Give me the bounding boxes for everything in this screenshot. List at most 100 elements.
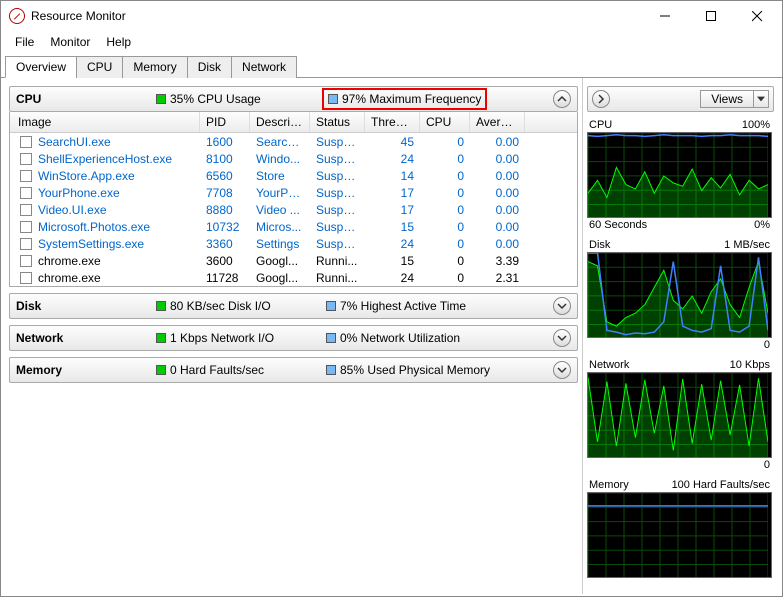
cell-image: chrome.exe — [38, 254, 101, 268]
table-row[interactable]: YourPhone.exe7708YourPh...Suspe...1700.0… — [10, 184, 577, 201]
window-title: Resource Monitor — [31, 9, 642, 23]
cell-threads: 24 — [365, 271, 420, 285]
cell-desc: Googl... — [250, 254, 310, 268]
graph-footer-left: 60 Seconds — [589, 219, 647, 231]
cell-threads: 15 — [365, 220, 420, 234]
table-row[interactable]: chrome.exe3600Googl...Runni...1503.39 — [10, 252, 577, 269]
table-row[interactable]: SearchUI.exe1600Search ...Suspe...4500.0… — [10, 133, 577, 150]
row-checkbox[interactable] — [20, 238, 32, 250]
cell-image: WinStore.App.exe — [38, 169, 135, 183]
cell-cpu: 0 — [420, 271, 470, 285]
col-desc[interactable]: Descrip... — [250, 112, 310, 132]
graph-canvas — [587, 132, 772, 218]
cell-cpu: 0 — [420, 135, 470, 149]
table-row[interactable]: chrome.exe11728Googl...Runni...2402.31 — [10, 269, 577, 285]
col-pid[interactable]: PID — [200, 112, 250, 132]
cell-status: Runni... — [310, 271, 365, 285]
cell-desc: Search ... — [250, 135, 310, 149]
cell-avg: 0.00 — [470, 220, 525, 234]
graph-memory: Memory100 Hard Faults/sec — [587, 478, 772, 578]
tab-memory[interactable]: Memory — [122, 56, 187, 78]
menu-help[interactable]: Help — [100, 33, 137, 51]
graph-footer-right: 0% — [754, 219, 770, 231]
table-row[interactable]: Video.UI.exe8880Video ...Suspe...1700.00 — [10, 201, 577, 218]
network-util-legend-icon — [326, 333, 336, 343]
cell-avg: 0.00 — [470, 152, 525, 166]
cpu-table-body[interactable]: SearchUI.exe1600Search ...Suspe...4500.0… — [10, 133, 577, 285]
disk-section-header[interactable]: Disk 80 KB/sec Disk I/O 7% Highest Activ… — [9, 293, 578, 319]
cell-image: Microsoft.Photos.exe — [38, 220, 150, 234]
cell-status: Suspe... — [310, 152, 365, 166]
cell-cpu: 0 — [420, 152, 470, 166]
cpu-freq-label: 97% Maximum Frequency — [342, 92, 481, 106]
col-image[interactable]: Image — [18, 115, 51, 129]
col-avg[interactable]: Averag... — [470, 112, 525, 132]
row-checkbox[interactable] — [20, 153, 32, 165]
cell-cpu: 0 — [420, 254, 470, 268]
views-dropdown-button[interactable] — [754, 90, 769, 108]
maximize-button[interactable] — [688, 1, 734, 31]
cell-pid: 10732 — [200, 220, 250, 234]
tab-network[interactable]: Network — [231, 56, 297, 78]
cell-image: chrome.exe — [38, 271, 101, 285]
row-checkbox[interactable] — [20, 170, 32, 182]
chevron-down-icon — [557, 365, 567, 375]
cell-threads: 17 — [365, 186, 420, 200]
chevron-right-icon — [596, 94, 606, 104]
app-icon — [9, 8, 25, 24]
tab-overview[interactable]: Overview — [5, 56, 77, 78]
network-util-label: 0% Network Utilization — [340, 331, 460, 345]
network-section-header[interactable]: Network 1 Kbps Network I/O 0% Network Ut… — [9, 325, 578, 351]
menu-monitor[interactable]: Monitor — [44, 33, 96, 51]
network-io-legend-icon — [156, 333, 166, 343]
minimize-button[interactable] — [642, 1, 688, 31]
cell-avg: 3.39 — [470, 254, 525, 268]
graph-canvas — [587, 492, 772, 578]
cell-status: Suspe... — [310, 186, 365, 200]
menu-file[interactable]: File — [9, 33, 40, 51]
graph-footer-right: 0 — [764, 459, 770, 471]
table-row[interactable]: SystemSettings.exe3360SettingsSuspe...24… — [10, 235, 577, 252]
views-button[interactable]: Views — [700, 90, 754, 108]
col-threads[interactable]: Threads — [365, 112, 420, 132]
collapse-graphs-button[interactable] — [592, 90, 610, 108]
graph-canvas — [587, 252, 772, 338]
table-row[interactable]: Microsoft.Photos.exe10732Micros...Suspe.… — [10, 218, 577, 235]
row-checkbox[interactable] — [20, 136, 32, 148]
graph-canvas — [587, 372, 772, 458]
disk-section-title: Disk — [16, 299, 156, 313]
tab-disk[interactable]: Disk — [187, 56, 232, 78]
cpu-section-title: CPU — [16, 92, 156, 106]
col-cpu[interactable]: CPU — [420, 112, 470, 132]
row-checkbox[interactable] — [20, 272, 32, 284]
cell-cpu: 0 — [420, 220, 470, 234]
table-row[interactable]: WinStore.App.exe6560StoreSuspe...1400.00 — [10, 167, 577, 184]
cell-avg: 0.00 — [470, 203, 525, 217]
cpu-section-header[interactable]: CPU 35% CPU Usage 97% Maximum Frequency — [9, 86, 578, 112]
network-expand-button[interactable] — [553, 329, 571, 347]
maximize-icon — [706, 11, 716, 21]
graph-title: Disk — [589, 239, 610, 251]
cpu-collapse-button[interactable] — [553, 90, 571, 108]
cell-status: Suspe... — [310, 220, 365, 234]
col-status[interactable]: Status — [310, 112, 365, 132]
table-row[interactable]: ShellExperienceHost.exe8100Windo...Suspe… — [10, 150, 577, 167]
graphs-panel[interactable]: CPU100%60 Seconds0%Disk1 MB/sec0Network1… — [587, 118, 774, 586]
cell-image: Video.UI.exe — [38, 203, 107, 217]
cell-pid: 3600 — [200, 254, 250, 268]
cell-status: Suspe... — [310, 169, 365, 183]
row-checkbox[interactable] — [20, 255, 32, 267]
memory-used-legend-icon — [326, 365, 336, 375]
tab-cpu[interactable]: CPU — [76, 56, 123, 78]
disk-expand-button[interactable] — [553, 297, 571, 315]
memory-expand-button[interactable] — [553, 361, 571, 379]
row-checkbox[interactable] — [20, 221, 32, 233]
cell-desc: Settings — [250, 237, 310, 251]
cell-avg: 2.31 — [470, 271, 525, 285]
memory-section-header[interactable]: Memory 0 Hard Faults/sec 85% Used Physic… — [9, 357, 578, 383]
graph-footer-right: 0 — [764, 339, 770, 351]
close-button[interactable] — [734, 1, 780, 31]
row-checkbox[interactable] — [20, 187, 32, 199]
graph-disk: Disk1 MB/sec0 — [587, 238, 772, 352]
row-checkbox[interactable] — [20, 204, 32, 216]
